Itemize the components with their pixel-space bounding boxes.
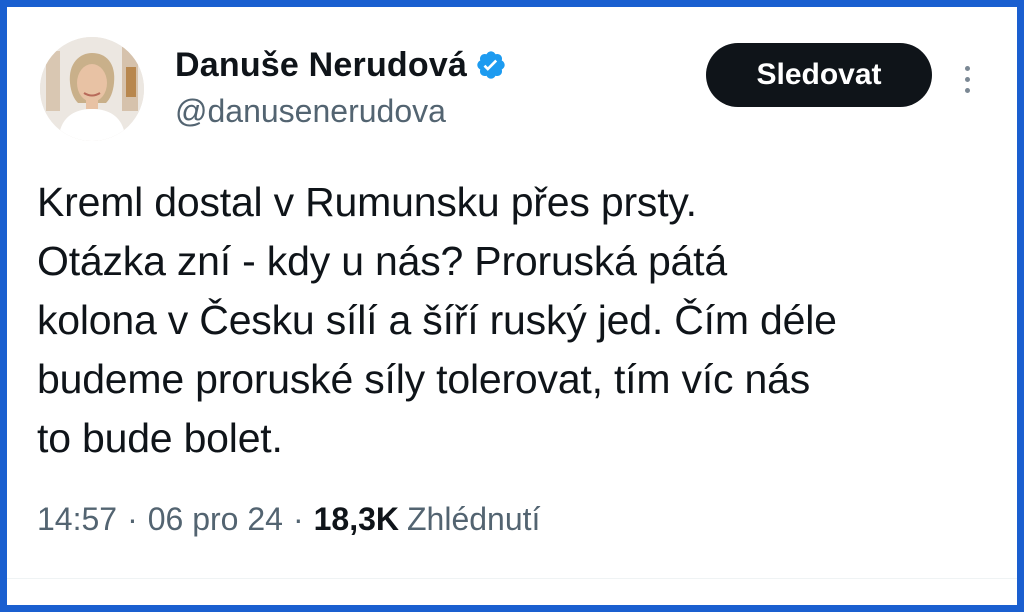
more-vertical-icon-dot xyxy=(964,65,970,71)
profile-photo-icon xyxy=(40,37,144,141)
more-vertical-icon-dot xyxy=(964,87,970,93)
tweet-text: Kreml dostal v Rumunsku přes prsty. Otáz… xyxy=(37,179,837,461)
meta-separator: · xyxy=(127,501,138,537)
views-label: Zhlédnutí xyxy=(407,501,541,537)
author-name-row: Danuše Nerudová xyxy=(175,43,507,87)
tweet-date[interactable]: 06 pro 24 xyxy=(148,501,283,538)
verified-badge-icon xyxy=(475,49,507,81)
screenshot-frame: Danuše Nerudová @danusenerudova Sledovat… xyxy=(0,0,1024,612)
views-count: 18,3K xyxy=(313,501,399,537)
tweet-card: Danuše Nerudová @danusenerudova Sledovat… xyxy=(7,7,1017,605)
avatar[interactable] xyxy=(40,37,144,141)
tweet-meta: 14:57 · 06 pro 24 · 18,3K Zhlédnutí xyxy=(37,501,540,538)
tweet-time[interactable]: 14:57 xyxy=(37,501,117,538)
author-handle[interactable]: @danusenerudova xyxy=(175,93,446,130)
author-display-name[interactable]: Danuše Nerudová xyxy=(175,46,467,85)
meta-separator: · xyxy=(292,501,304,537)
divider xyxy=(7,578,1017,579)
more-options-button[interactable] xyxy=(955,57,979,101)
follow-button[interactable]: Sledovat xyxy=(706,43,932,107)
more-vertical-icon-dot xyxy=(964,76,970,82)
